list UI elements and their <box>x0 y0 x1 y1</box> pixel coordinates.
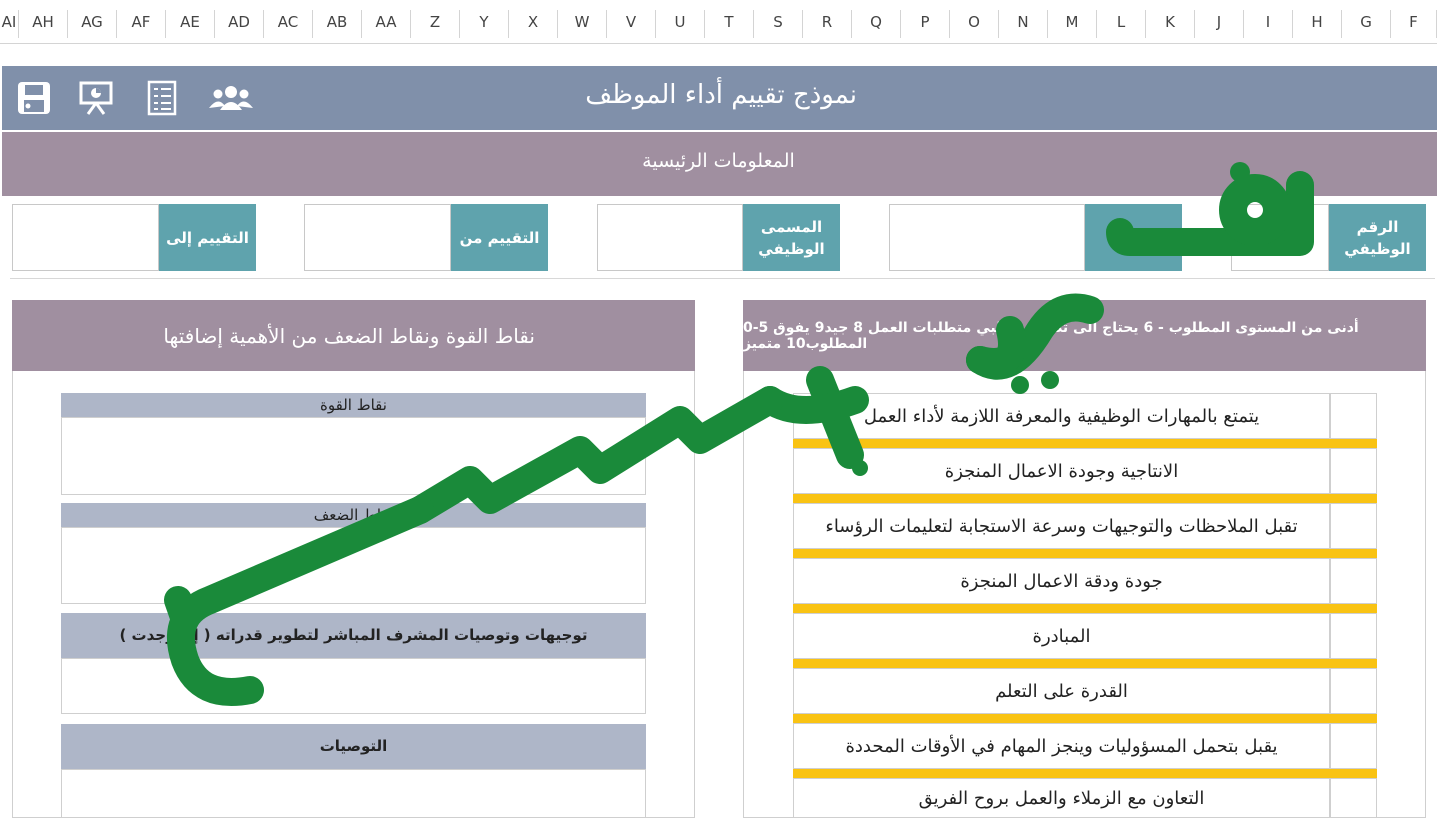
score-cell[interactable] <box>1330 503 1377 549</box>
column-header[interactable]: G <box>1342 10 1391 38</box>
row-separator <box>793 549 1377 558</box>
weaknesses-label: نقاط الضعف <box>61 503 646 527</box>
save-icon[interactable] <box>16 80 52 116</box>
column-header[interactable]: K <box>1146 10 1195 38</box>
column-header[interactable]: M <box>1048 10 1097 38</box>
column-header[interactable]: H <box>1293 10 1342 38</box>
criterion-row: جودة ودقة الاعمال المنجزة <box>793 558 1330 604</box>
criterion-row: المبادرة <box>793 613 1330 659</box>
column-header[interactable]: S <box>754 10 803 38</box>
column-header[interactable]: J <box>1195 10 1244 38</box>
weaknesses-box[interactable] <box>61 527 646 604</box>
column-header[interactable]: AA <box>362 10 411 38</box>
column-header[interactable]: AE <box>166 10 215 38</box>
page-title: نموذج تقييم أداء الموظف <box>585 80 857 110</box>
criterion-row: يقبل بتحمل المسؤوليات وينجز المهام في ال… <box>793 723 1330 769</box>
users-icon[interactable] <box>208 80 254 116</box>
column-header[interactable]: F <box>1391 10 1437 38</box>
divider <box>10 278 1435 279</box>
employee-id-label: الرقم الوظيفي <box>1329 204 1426 271</box>
recommendations-label: التوصيات <box>61 724 646 769</box>
score-cell[interactable] <box>1330 723 1377 769</box>
criterion-row: التعاون مع الزملاء والعمل بروح الفريق <box>793 778 1330 818</box>
column-header[interactable]: AB <box>313 10 362 38</box>
main-info-heading: المعلومات الرئيسية <box>642 150 795 172</box>
row-separator <box>793 439 1377 448</box>
name-label: الإسم <box>1085 204 1182 271</box>
column-header[interactable]: O <box>950 10 999 38</box>
column-header[interactable]: V <box>607 10 656 38</box>
criterion-row: الانتاجية وجودة الاعمال المنجزة <box>793 448 1330 494</box>
column-header[interactable]: AH <box>19 10 68 38</box>
column-header[interactable]: AG <box>68 10 117 38</box>
criterion-row: تقبل الملاحظات والتوجيهات وسرعة الاستجاب… <box>793 503 1330 549</box>
row-separator <box>793 769 1377 778</box>
criterion-row: يتمتع بالمهارات الوظيفية والمعرفة اللازم… <box>793 393 1330 439</box>
job-title-field[interactable] <box>597 204 743 271</box>
column-header[interactable]: W <box>558 10 607 38</box>
column-header[interactable]: AC <box>264 10 313 38</box>
supervisor-guidance-box[interactable] <box>61 658 646 714</box>
column-header[interactable]: AI <box>0 10 19 38</box>
score-cell[interactable] <box>1330 393 1377 439</box>
column-header[interactable]: R <box>803 10 852 38</box>
column-header[interactable]: Q <box>852 10 901 38</box>
score-cell[interactable] <box>1330 558 1377 604</box>
strengths-label: نقاط القوة <box>61 393 646 417</box>
presentation-icon[interactable] <box>78 80 114 116</box>
column-header[interactable]: N <box>999 10 1048 38</box>
column-header[interactable]: AF <box>117 10 166 38</box>
rating-scale-heading: 0-5 أدنى من المستوى المطلوب - 6 يحتاج ال… <box>743 300 1426 371</box>
column-header[interactable]: X <box>509 10 558 38</box>
column-header[interactable]: P <box>901 10 950 38</box>
column-header[interactable]: Z <box>411 10 460 38</box>
evaluation-to-label: التقييم إلى <box>159 204 256 271</box>
column-header[interactable]: AD <box>215 10 264 38</box>
score-cell[interactable] <box>1330 778 1377 818</box>
row-separator <box>793 659 1377 668</box>
recommendations-box[interactable] <box>61 769 646 818</box>
evaluation-from-label: التقييم من <box>451 204 548 271</box>
column-header[interactable]: T <box>705 10 754 38</box>
row-separator <box>793 494 1377 503</box>
column-header-bar: AIAHAGAFAEADACABAAZYXWVUTSRQPONMLKJIHGFE <box>0 0 1437 44</box>
strengths-weaknesses-heading: نقاط القوة ونقاط الضعف من الأهمية إضافته… <box>12 300 695 371</box>
criterion-row: القدرة على التعلم <box>793 668 1330 714</box>
evaluation-to-field[interactable] <box>12 204 159 271</box>
row-separator <box>793 714 1377 723</box>
column-header[interactable]: U <box>656 10 705 38</box>
employee-id-field[interactable] <box>1231 204 1329 271</box>
supervisor-guidance-label: توجيهات وتوصيات المشرف المباشر لتطوير قد… <box>61 613 646 658</box>
column-header[interactable]: I <box>1244 10 1293 38</box>
evaluation-from-field[interactable] <box>304 204 451 271</box>
job-title-label: المسمى الوظيفي <box>743 204 840 271</box>
strengths-box[interactable] <box>61 417 646 495</box>
score-cell[interactable] <box>1330 613 1377 659</box>
score-cell[interactable] <box>1330 668 1377 714</box>
column-header[interactable]: L <box>1097 10 1146 38</box>
score-cell[interactable] <box>1330 448 1377 494</box>
column-header[interactable]: Y <box>460 10 509 38</box>
name-field[interactable] <box>889 204 1085 271</box>
row-separator <box>793 604 1377 613</box>
checklist-icon[interactable] <box>145 80 181 116</box>
